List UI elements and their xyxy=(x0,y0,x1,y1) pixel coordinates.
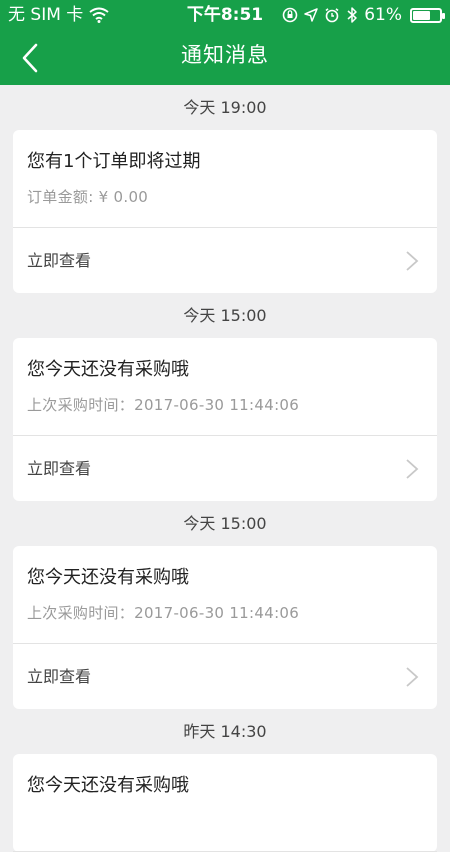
notification-time: 今天 15:00 xyxy=(183,306,267,325)
notification-card: 您今天还没有采购哦 xyxy=(13,754,437,852)
chevron-right-icon xyxy=(406,667,419,687)
battery-icon xyxy=(410,7,445,23)
notification-card: 您今天还没有采购哦 上次采购时间：2017-06-30 11:44:06 立即查… xyxy=(13,338,437,501)
notification-time: 今天 19:00 xyxy=(183,98,267,117)
notification-time: 今天 15:00 xyxy=(183,514,267,533)
card-content: 您今天还没有采购哦 上次采购时间：2017-06-30 11:44:06 xyxy=(13,546,437,644)
page-title: 通知消息 xyxy=(181,43,269,67)
view-now-label: 立即查看 xyxy=(27,251,92,270)
card-content: 您今天还没有采购哦 xyxy=(13,754,437,852)
notification-title: 您今天还没有采购哦 xyxy=(27,359,189,380)
notification-detail: 上次采购时间：2017-06-30 11:44:06 xyxy=(27,396,300,414)
view-now-button[interactable]: 立即查看 xyxy=(13,436,437,501)
top-bar: 无 SIM 卡 下午8:51 61% 通知消息 xyxy=(0,0,450,85)
orientation-lock-icon xyxy=(282,7,298,23)
view-now-label: 立即查看 xyxy=(27,459,92,478)
notification-feed: 今天 19:00 您有1个订单即将过期 订单金额: ¥ 0.00 立即查看 今天… xyxy=(0,85,450,852)
view-now-label: 立即查看 xyxy=(27,667,92,686)
status-bar: 无 SIM 卡 下午8:51 61% xyxy=(0,0,450,30)
notification-detail: 上次采购时间：2017-06-30 11:44:06 xyxy=(27,604,300,622)
view-now-button[interactable]: 立即查看 xyxy=(13,644,437,709)
bluetooth-icon xyxy=(347,7,357,23)
back-button[interactable] xyxy=(10,38,50,78)
chevron-right-icon xyxy=(406,459,419,479)
notification-title: 您有1个订单即将过期 xyxy=(27,151,201,172)
notification-card: 您有1个订单即将过期 订单金额: ¥ 0.00 立即查看 xyxy=(13,130,437,293)
back-chevron-icon xyxy=(22,43,38,73)
notification-title: 您今天还没有采购哦 xyxy=(27,567,189,588)
card-content: 您有1个订单即将过期 订单金额: ¥ 0.00 xyxy=(13,130,437,228)
battery-level xyxy=(413,10,431,20)
view-now-button[interactable]: 立即查看 xyxy=(13,228,437,293)
notification-detail: 订单金额: ¥ 0.00 xyxy=(27,188,149,206)
notification-card: 您今天还没有采购哦 上次采购时间：2017-06-30 11:44:06 立即查… xyxy=(13,546,437,709)
notification-title: 您今天还没有采购哦 xyxy=(27,775,189,796)
nav-bar: 通知消息 xyxy=(0,30,450,85)
chevron-right-icon xyxy=(406,251,419,271)
card-content: 您今天还没有采购哦 上次采购时间：2017-06-30 11:44:06 xyxy=(13,338,437,436)
alarm-icon xyxy=(325,8,339,23)
location-icon xyxy=(304,8,318,22)
battery-percent: 61% xyxy=(364,5,402,25)
notification-time: 昨天 14:30 xyxy=(183,722,267,741)
status-right: 61% xyxy=(282,0,445,30)
